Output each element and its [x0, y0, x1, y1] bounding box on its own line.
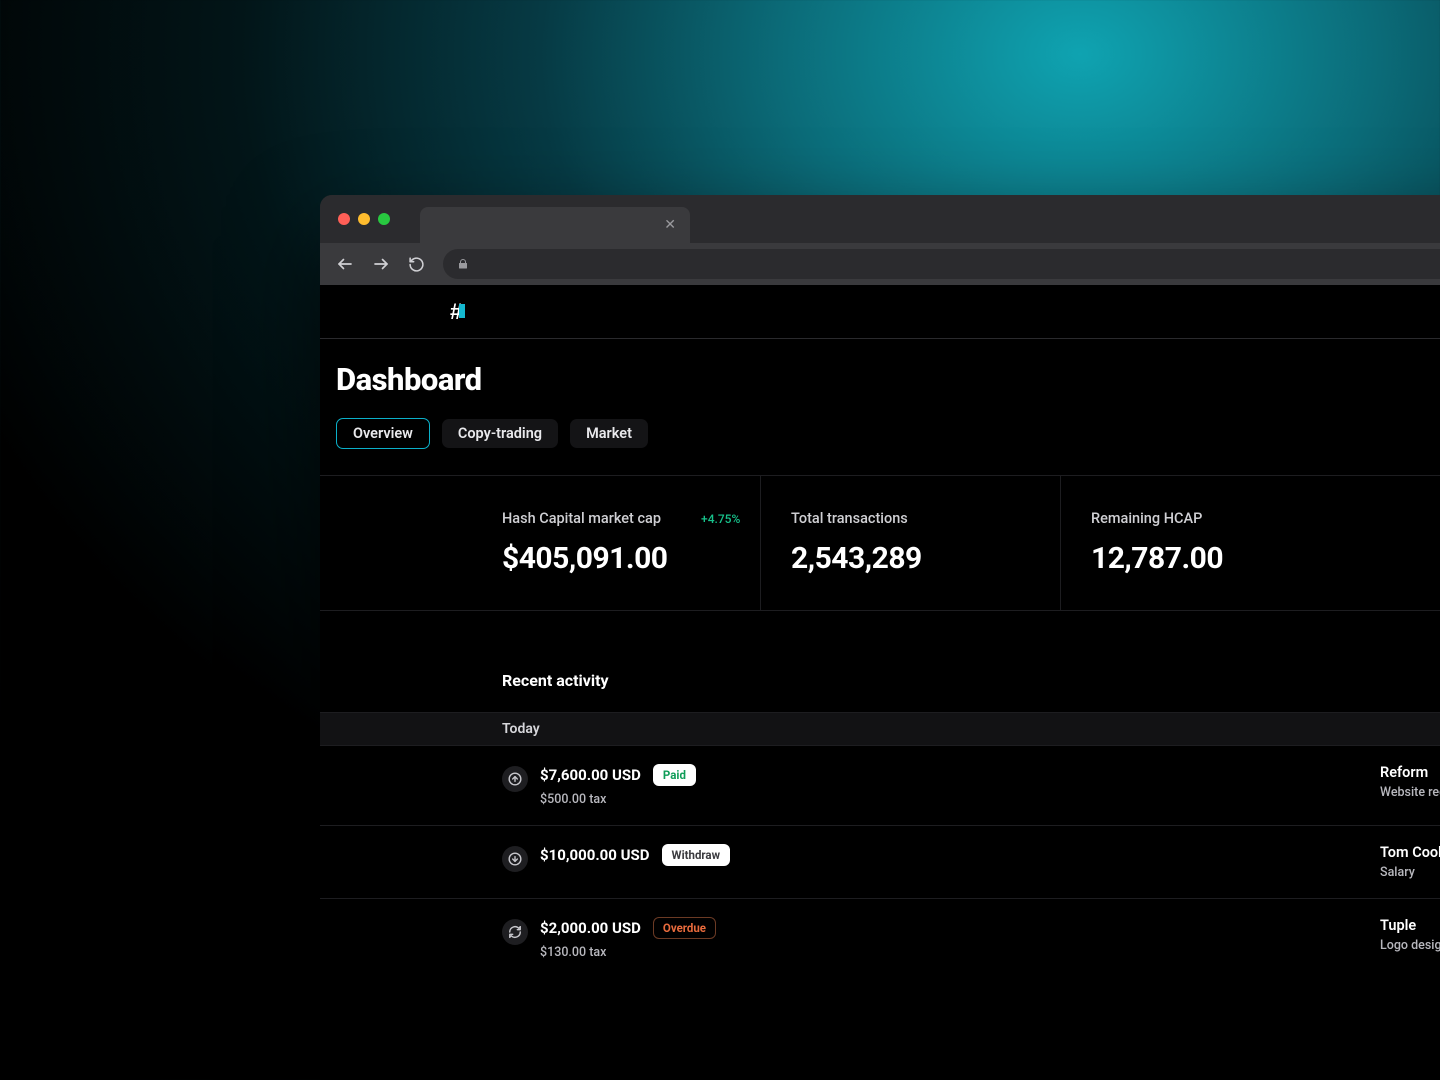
stat-value: 2,543,289: [791, 541, 1060, 576]
view-tabs: Overview Copy-trading Market: [336, 418, 1440, 449]
activity-amount: $10,000.00 USD: [540, 846, 650, 864]
activity-row[interactable]: $7,600.00 USD Paid $500.00 tax Reform We…: [320, 746, 1440, 826]
activity-row[interactable]: $10,000.00 USD Withdraw Tom Cook Salary: [320, 826, 1440, 899]
stat-label: Total transactions: [791, 510, 908, 527]
stats-row: Hash Capital market cap +4.75% $405,091.…: [320, 475, 1440, 611]
activity-amount: $2,000.00 USD: [540, 919, 641, 937]
browser-tab[interactable]: ✕: [420, 207, 690, 243]
window-controls: [338, 213, 390, 225]
tab-label: Market: [586, 425, 632, 442]
url-bar[interactable]: [443, 249, 1440, 279]
window-minimize-button[interactable]: [358, 213, 370, 225]
activity-party: Reform: [1380, 764, 1440, 781]
refresh-icon: [502, 919, 528, 945]
tab-copy-trading[interactable]: Copy-trading: [442, 419, 558, 448]
activity-description: Logo design: [1380, 938, 1440, 953]
status-badge: Withdraw: [662, 844, 731, 866]
activity-group-header: Today: [320, 713, 1440, 746]
stat-remaining-hcap: Remaining HCAP 12,787.00: [1060, 476, 1380, 610]
activity-description: Website redesign: [1380, 785, 1440, 800]
status-badge: Overdue: [653, 917, 716, 939]
back-button[interactable]: [336, 255, 354, 273]
group-label: Today: [502, 721, 540, 737]
forward-button[interactable]: [372, 255, 390, 273]
tab-label: Copy-trading: [458, 425, 542, 442]
stat-delta: +4.75%: [701, 512, 740, 526]
stat-value: 12,787.00: [1091, 541, 1380, 576]
browser-toolbar: [320, 243, 1440, 285]
tab-market[interactable]: Market: [570, 419, 648, 448]
window-close-button[interactable]: [338, 213, 350, 225]
stat-market-cap: Hash Capital market cap +4.75% $405,091.…: [320, 476, 760, 610]
lock-icon: [457, 258, 469, 270]
arrow-up-circle-icon: [502, 766, 528, 792]
status-badge: Paid: [653, 764, 696, 786]
activity-amount: $7,600.00 USD: [540, 766, 641, 784]
page-title: Dashboard: [336, 361, 1440, 398]
activity-party: Tuple: [1380, 917, 1440, 934]
page-body: Dashboard Overview Copy-trading Market: [320, 339, 1440, 449]
stat-label: Hash Capital market cap: [502, 510, 661, 527]
tab-label: Overview: [353, 425, 413, 442]
activity-tax: $500.00 tax: [540, 792, 1380, 807]
activity-party: Tom Cook: [1380, 844, 1440, 861]
app-logo: #: [450, 299, 462, 325]
arrow-down-circle-icon: [502, 846, 528, 872]
activity-row[interactable]: $2,000.00 USD Overdue $130.00 tax Tuple …: [320, 899, 1440, 978]
reload-button[interactable]: [408, 256, 425, 273]
activity-tax: $130.00 tax: [540, 945, 1380, 960]
tab-overview[interactable]: Overview: [336, 418, 430, 449]
stat-total-transactions: Total transactions 2,543,289: [760, 476, 1060, 610]
window-maximize-button[interactable]: [378, 213, 390, 225]
browser-window: ✕ # Dashboard Overview Copy-trading Ma: [320, 195, 1440, 1080]
recent-activity-header: Recent activity: [320, 611, 1440, 713]
activity-description: Salary: [1380, 865, 1440, 880]
app-header: #: [320, 285, 1440, 339]
stat-value: $405,091.00: [502, 541, 760, 576]
stat-label: Remaining HCAP: [1091, 510, 1202, 527]
recent-activity-title: Recent activity: [502, 671, 1440, 690]
close-icon[interactable]: ✕: [664, 217, 676, 233]
browser-tab-strip: ✕: [320, 195, 1440, 243]
app-root: # Dashboard Overview Copy-trading Market…: [320, 285, 1440, 1080]
